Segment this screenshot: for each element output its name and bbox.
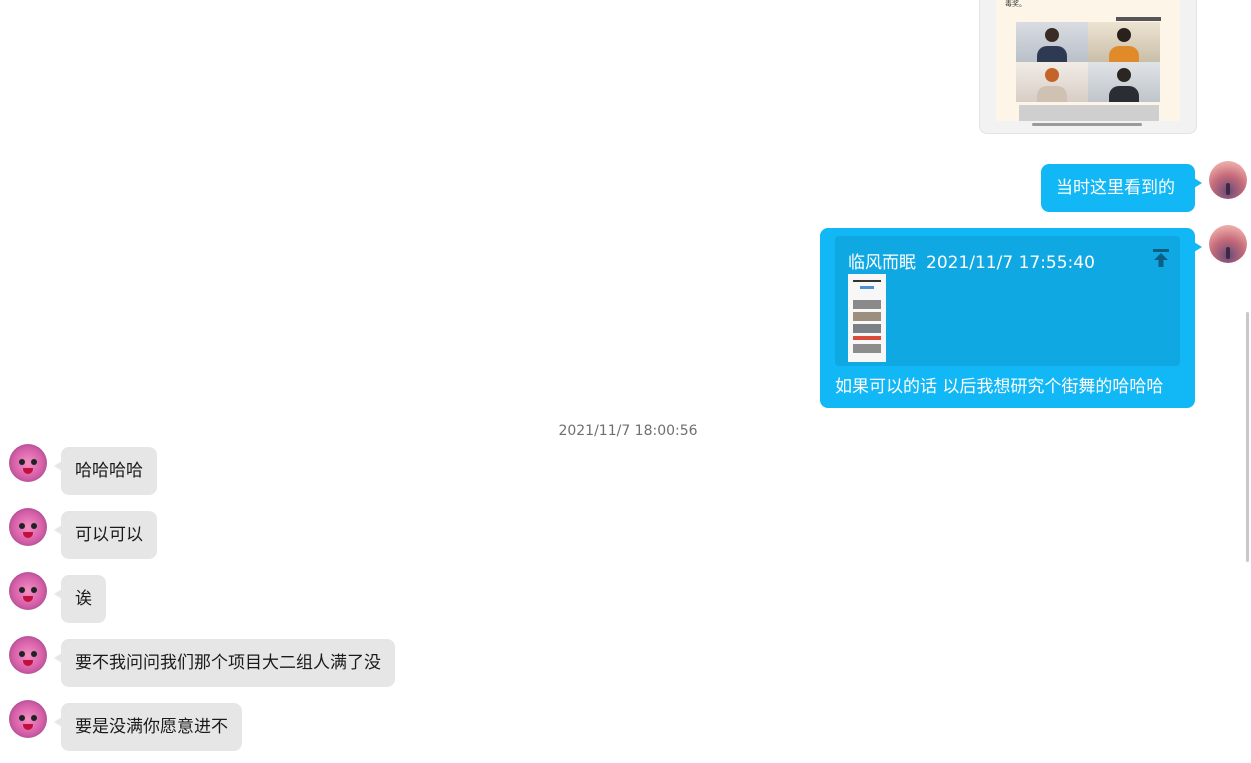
laptop-frame-bar [1032, 123, 1142, 126]
message-text: 要是没满你愿意进不 [75, 717, 228, 737]
video-tile [1016, 22, 1088, 62]
quoted-image-thumbnail[interactable] [848, 274, 886, 362]
message-text: 可以可以 [75, 525, 143, 545]
quote-header: 临风而眠 2021/11/7 17:55:40 [848, 248, 1105, 273]
contact-message-bubble[interactable]: 要不我问问我们那个项目大二组人满了没 [54, 639, 395, 687]
contact-message-bubble[interactable]: 诶 [54, 575, 106, 623]
quoted-message[interactable]: 临风而眠 2021/11/7 17:55:40 [835, 236, 1180, 366]
quote-sender: 临风而眠 [848, 253, 916, 273]
contact-avatar[interactable] [9, 572, 47, 610]
image-message-card[interactable]: 毒奖。 [979, 0, 1197, 134]
message-text: 如果可以的话 以后我想研究个街舞的哈哈哈 [835, 377, 1164, 397]
time-divider: 2021/11/7 18:00:56 [558, 423, 698, 439]
image-preview: 毒奖。 [996, 0, 1180, 121]
my-reply-bubble[interactable]: 临风而眠 2021/11/7 17:55:40 如果可以的话 以后我想研究个街舞的… [820, 228, 1202, 408]
contact-message-bubble[interactable]: 可以可以 [54, 511, 157, 559]
contact-avatar[interactable] [9, 636, 47, 674]
message-text: 诶 [75, 589, 92, 609]
my-message-bubble[interactable]: 当时这里看到的 [1041, 164, 1202, 212]
video-tile [1088, 22, 1160, 62]
pin-to-top-icon[interactable] [1152, 248, 1170, 268]
video-tile [1019, 105, 1159, 121]
message-text: 当时这里看到的 [1056, 178, 1175, 198]
image-toolbar-strip [1116, 17, 1161, 21]
video-tile [1088, 62, 1160, 102]
message-text: 哈哈哈哈 [75, 461, 143, 481]
contact-avatar[interactable] [9, 444, 47, 482]
my-avatar[interactable] [1209, 225, 1247, 263]
my-avatar[interactable] [1209, 161, 1247, 199]
video-tile [1016, 62, 1088, 102]
message-text: 要不我问问我们那个项目大二组人满了没 [75, 653, 381, 673]
contact-avatar[interactable] [9, 508, 47, 546]
image-caption-fragment: 毒奖。 [1005, 0, 1026, 8]
contact-message-bubble[interactable]: 要是没满你愿意进不 [54, 703, 242, 751]
contact-avatar[interactable] [9, 700, 47, 738]
contact-message-bubble[interactable]: 哈哈哈哈 [54, 447, 157, 495]
quote-time: 2021/11/7 17:55:40 [926, 253, 1095, 273]
scrollbar-thumb[interactable] [1246, 312, 1249, 562]
